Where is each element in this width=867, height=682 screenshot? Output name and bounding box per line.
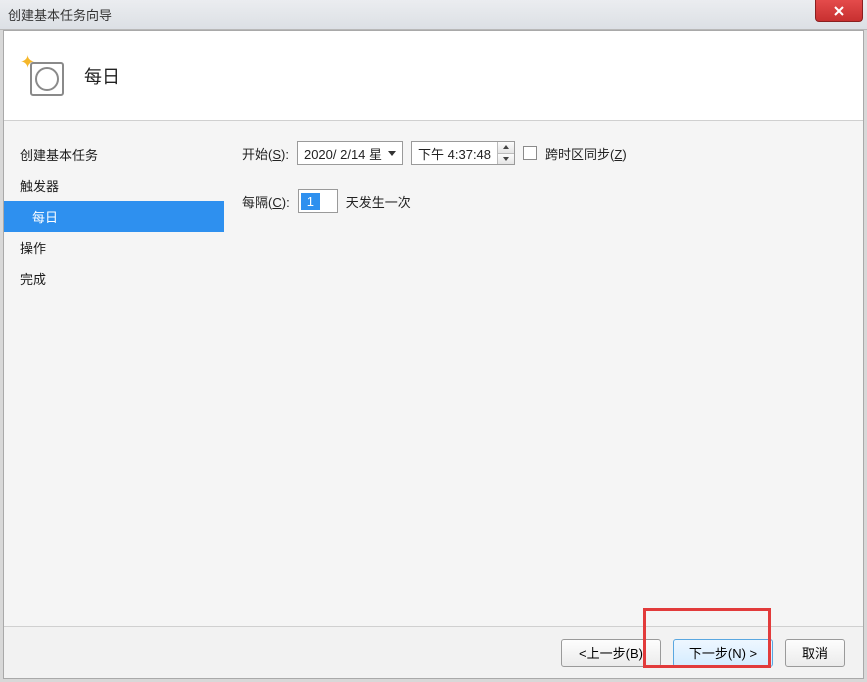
task-clock-icon: ✦	[24, 56, 64, 96]
recur-row: 每隔(C): 1 天发生一次	[242, 189, 843, 213]
wizard-steps-sidebar: 创建基本任务 触发器 每日 操作 完成	[4, 121, 224, 626]
start-row: 开始(S): 2020/ 2/14 星 下午 4:37:48 跨时区同步(Z)	[242, 141, 843, 165]
back-button[interactable]: <上一步(B)	[561, 639, 661, 667]
window-title: 创建基本任务向导	[8, 5, 112, 24]
time-spinner	[497, 142, 514, 164]
next-button[interactable]: 下一步(N) >	[673, 639, 773, 667]
sidebar-item-trigger[interactable]: 触发器	[4, 170, 224, 201]
dialog-footer: <上一步(B) 下一步(N) > 取消	[4, 626, 863, 678]
start-time-value: 下午 4:37:48	[418, 144, 491, 163]
spinner-down[interactable]	[498, 154, 514, 165]
sync-timezone-checkbox[interactable]	[523, 146, 537, 160]
start-date-value: 2020/ 2/14 星	[304, 144, 382, 163]
form-area: 开始(S): 2020/ 2/14 星 下午 4:37:48 跨时区同步(Z)	[224, 121, 863, 626]
chevron-down-icon	[388, 151, 396, 156]
titlebar: 创建基本任务向导	[0, 0, 867, 30]
spinner-up[interactable]	[498, 142, 514, 154]
dialog-body: 创建基本任务 触发器 每日 操作 完成 开始(S): 2020/ 2/14 星 …	[4, 121, 863, 626]
sync-timezone-label: 跨时区同步(Z)	[545, 144, 627, 163]
recur-every-label: 每隔(C):	[242, 192, 290, 211]
recur-suffix-label: 天发生一次	[346, 192, 411, 211]
cancel-button[interactable]: 取消	[785, 639, 845, 667]
sidebar-item-finish[interactable]: 完成	[4, 263, 224, 294]
wizard-dialog: ✦ 每日 创建基本任务 触发器 每日 操作 完成 开始(S): 2020/ 2/…	[3, 30, 864, 679]
close-button[interactable]	[815, 0, 863, 22]
start-label: 开始(S):	[242, 144, 289, 163]
dialog-header: ✦ 每日	[4, 31, 863, 121]
sidebar-item-create-task[interactable]: 创建基本任务	[4, 139, 224, 170]
recur-days-input[interactable]: 1	[298, 189, 338, 213]
start-time-picker[interactable]: 下午 4:37:48	[411, 141, 515, 165]
start-date-picker[interactable]: 2020/ 2/14 星	[297, 141, 403, 165]
sidebar-item-daily[interactable]: 每日	[4, 201, 224, 232]
sidebar-item-action[interactable]: 操作	[4, 232, 224, 263]
page-title: 每日	[84, 63, 120, 89]
close-icon	[833, 5, 845, 17]
